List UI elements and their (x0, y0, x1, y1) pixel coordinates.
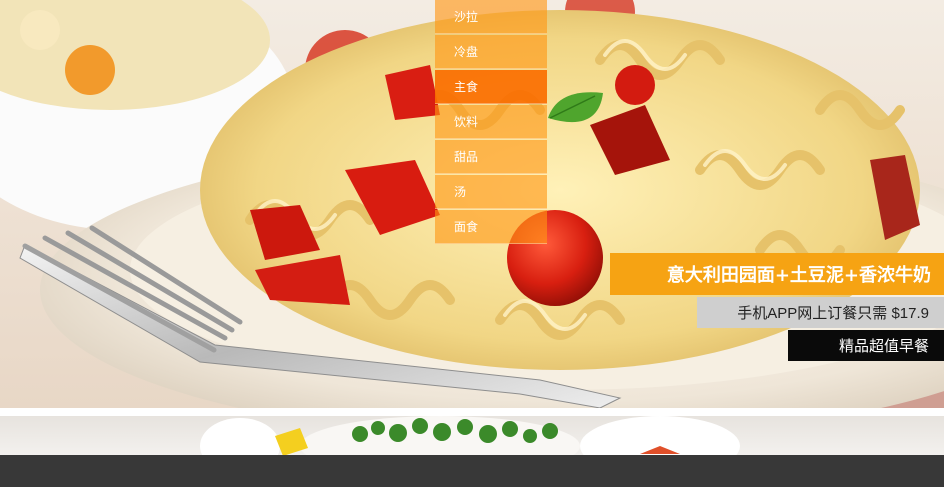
menu-item-dessert[interactable]: 甜品 (435, 140, 547, 174)
promo-price-banner: 手机APP网上订餐只需 $17.9 (697, 297, 944, 328)
food-category-menu: 沙拉 冷盘 主食 饮料 甜品 汤 面食 (435, 0, 547, 244)
menu-item-noodles[interactable]: 面食 (435, 210, 547, 244)
salad-photo (200, 416, 740, 455)
promo-price-text: 手机APP网上订餐只需 $17.9 (737, 305, 929, 322)
promo-tag-banner: 精品超值早餐 (788, 330, 944, 361)
hero-banner: 沙拉 冷盘 主食 饮料 甜品 汤 面食 意大利田园面+土豆泥+香浓牛奶 手机AP… (0, 0, 944, 408)
menu-item-drinks[interactable]: 饮料 (435, 105, 547, 139)
menu-item-cold-dish[interactable]: 冷盘 (435, 35, 547, 69)
menu-item-main-course[interactable]: 主食 (435, 70, 547, 104)
menu-item-label: 面食 (454, 220, 479, 234)
menu-item-label: 饮料 (454, 115, 479, 129)
secondary-food-strip (0, 416, 944, 455)
menu-item-label: 甜品 (454, 150, 479, 164)
menu-item-label: 主食 (454, 80, 479, 94)
menu-item-label: 冷盘 (454, 45, 479, 59)
menu-item-salad[interactable]: 沙拉 (435, 0, 547, 34)
menu-item-soup[interactable]: 汤 (435, 175, 547, 209)
footer-bar (0, 455, 944, 487)
promo-tag-text: 精品超值早餐 (838, 337, 929, 355)
menu-item-label: 沙拉 (454, 10, 479, 24)
menu-item-label: 汤 (454, 185, 467, 199)
promo-title: 意大利田园面+土豆泥+香浓牛奶 (666, 265, 931, 286)
promo-title-banner[interactable]: 意大利田园面+土豆泥+香浓牛奶 (610, 253, 944, 295)
